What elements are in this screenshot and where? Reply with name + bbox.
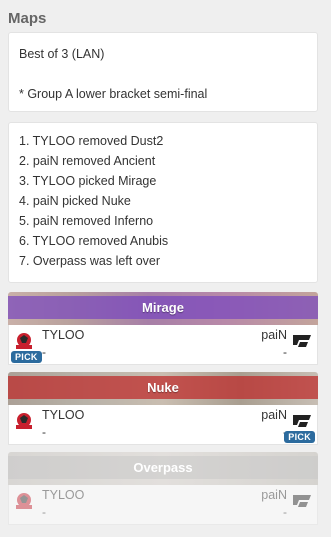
- team2-score: -: [283, 505, 287, 519]
- team1-name[interactable]: TYLOO: [42, 328, 84, 342]
- pain-logo-icon: [293, 335, 311, 347]
- maps-panel: Maps Best of 3 (LAN) * Group A lower bra…: [0, 0, 331, 537]
- pain-logo-icon: [293, 495, 311, 507]
- team2-name[interactable]: paiN: [261, 328, 287, 342]
- pick-badge: PICK: [11, 351, 42, 363]
- veto-step: 2. paiN removed Ancient: [19, 154, 156, 168]
- map-name: Mirage: [8, 296, 318, 319]
- map-card-nuke[interactable]: Nuke TYLOO - paiN - PICK: [8, 372, 318, 445]
- tyloo-logo-icon: [16, 493, 32, 509]
- match-note: * Group A lower bracket semi-final: [19, 87, 208, 101]
- team2-name[interactable]: paiN: [261, 488, 287, 502]
- tyloo-logo-icon: [16, 413, 32, 429]
- map-name: Overpass: [8, 456, 318, 479]
- veto-step: 5. paiN removed Inferno: [19, 214, 154, 228]
- veto-step: 3. TYLOO picked Mirage: [19, 174, 157, 188]
- team2-score: -: [283, 345, 287, 359]
- pain-logo-icon: [293, 415, 311, 427]
- map-card-overpass[interactable]: Overpass TYLOO - paiN -: [8, 452, 318, 525]
- map-card-mirage[interactable]: Mirage TYLOO - PICK paiN -: [8, 292, 318, 365]
- maps-heading: Maps: [8, 10, 47, 27]
- veto-step: 7. Overpass was left over: [19, 254, 161, 268]
- team1-name[interactable]: TYLOO: [42, 488, 84, 502]
- match-info-box: Best of 3 (LAN) * Group A lower bracket …: [8, 32, 318, 112]
- map-banner: Nuke: [8, 372, 318, 405]
- team1-score: -: [42, 505, 46, 519]
- map-banner: Overpass: [8, 452, 318, 485]
- veto-step: 6. TYLOO removed Anubis: [19, 234, 169, 248]
- team1-score: -: [42, 345, 46, 359]
- map-teams-row: TYLOO - PICK paiN -: [8, 325, 318, 365]
- pick-badge: PICK: [284, 431, 315, 443]
- veto-step: 1. TYLOO removed Dust2: [19, 134, 164, 148]
- map-teams-row: TYLOO - paiN - PICK: [8, 405, 318, 445]
- team2-name[interactable]: paiN: [261, 408, 287, 422]
- match-format: Best of 3 (LAN): [19, 47, 105, 61]
- map-teams-row: TYLOO - paiN -: [8, 485, 318, 525]
- tyloo-logo-icon: [16, 333, 32, 349]
- map-name: Nuke: [8, 376, 318, 399]
- veto-step: 4. paiN picked Nuke: [19, 194, 131, 208]
- team1-score: -: [42, 425, 46, 439]
- team1-name[interactable]: TYLOO: [42, 408, 84, 422]
- veto-box: 1. TYLOO removed Dust2 2. paiN removed A…: [8, 122, 318, 283]
- map-banner: Mirage: [8, 292, 318, 325]
